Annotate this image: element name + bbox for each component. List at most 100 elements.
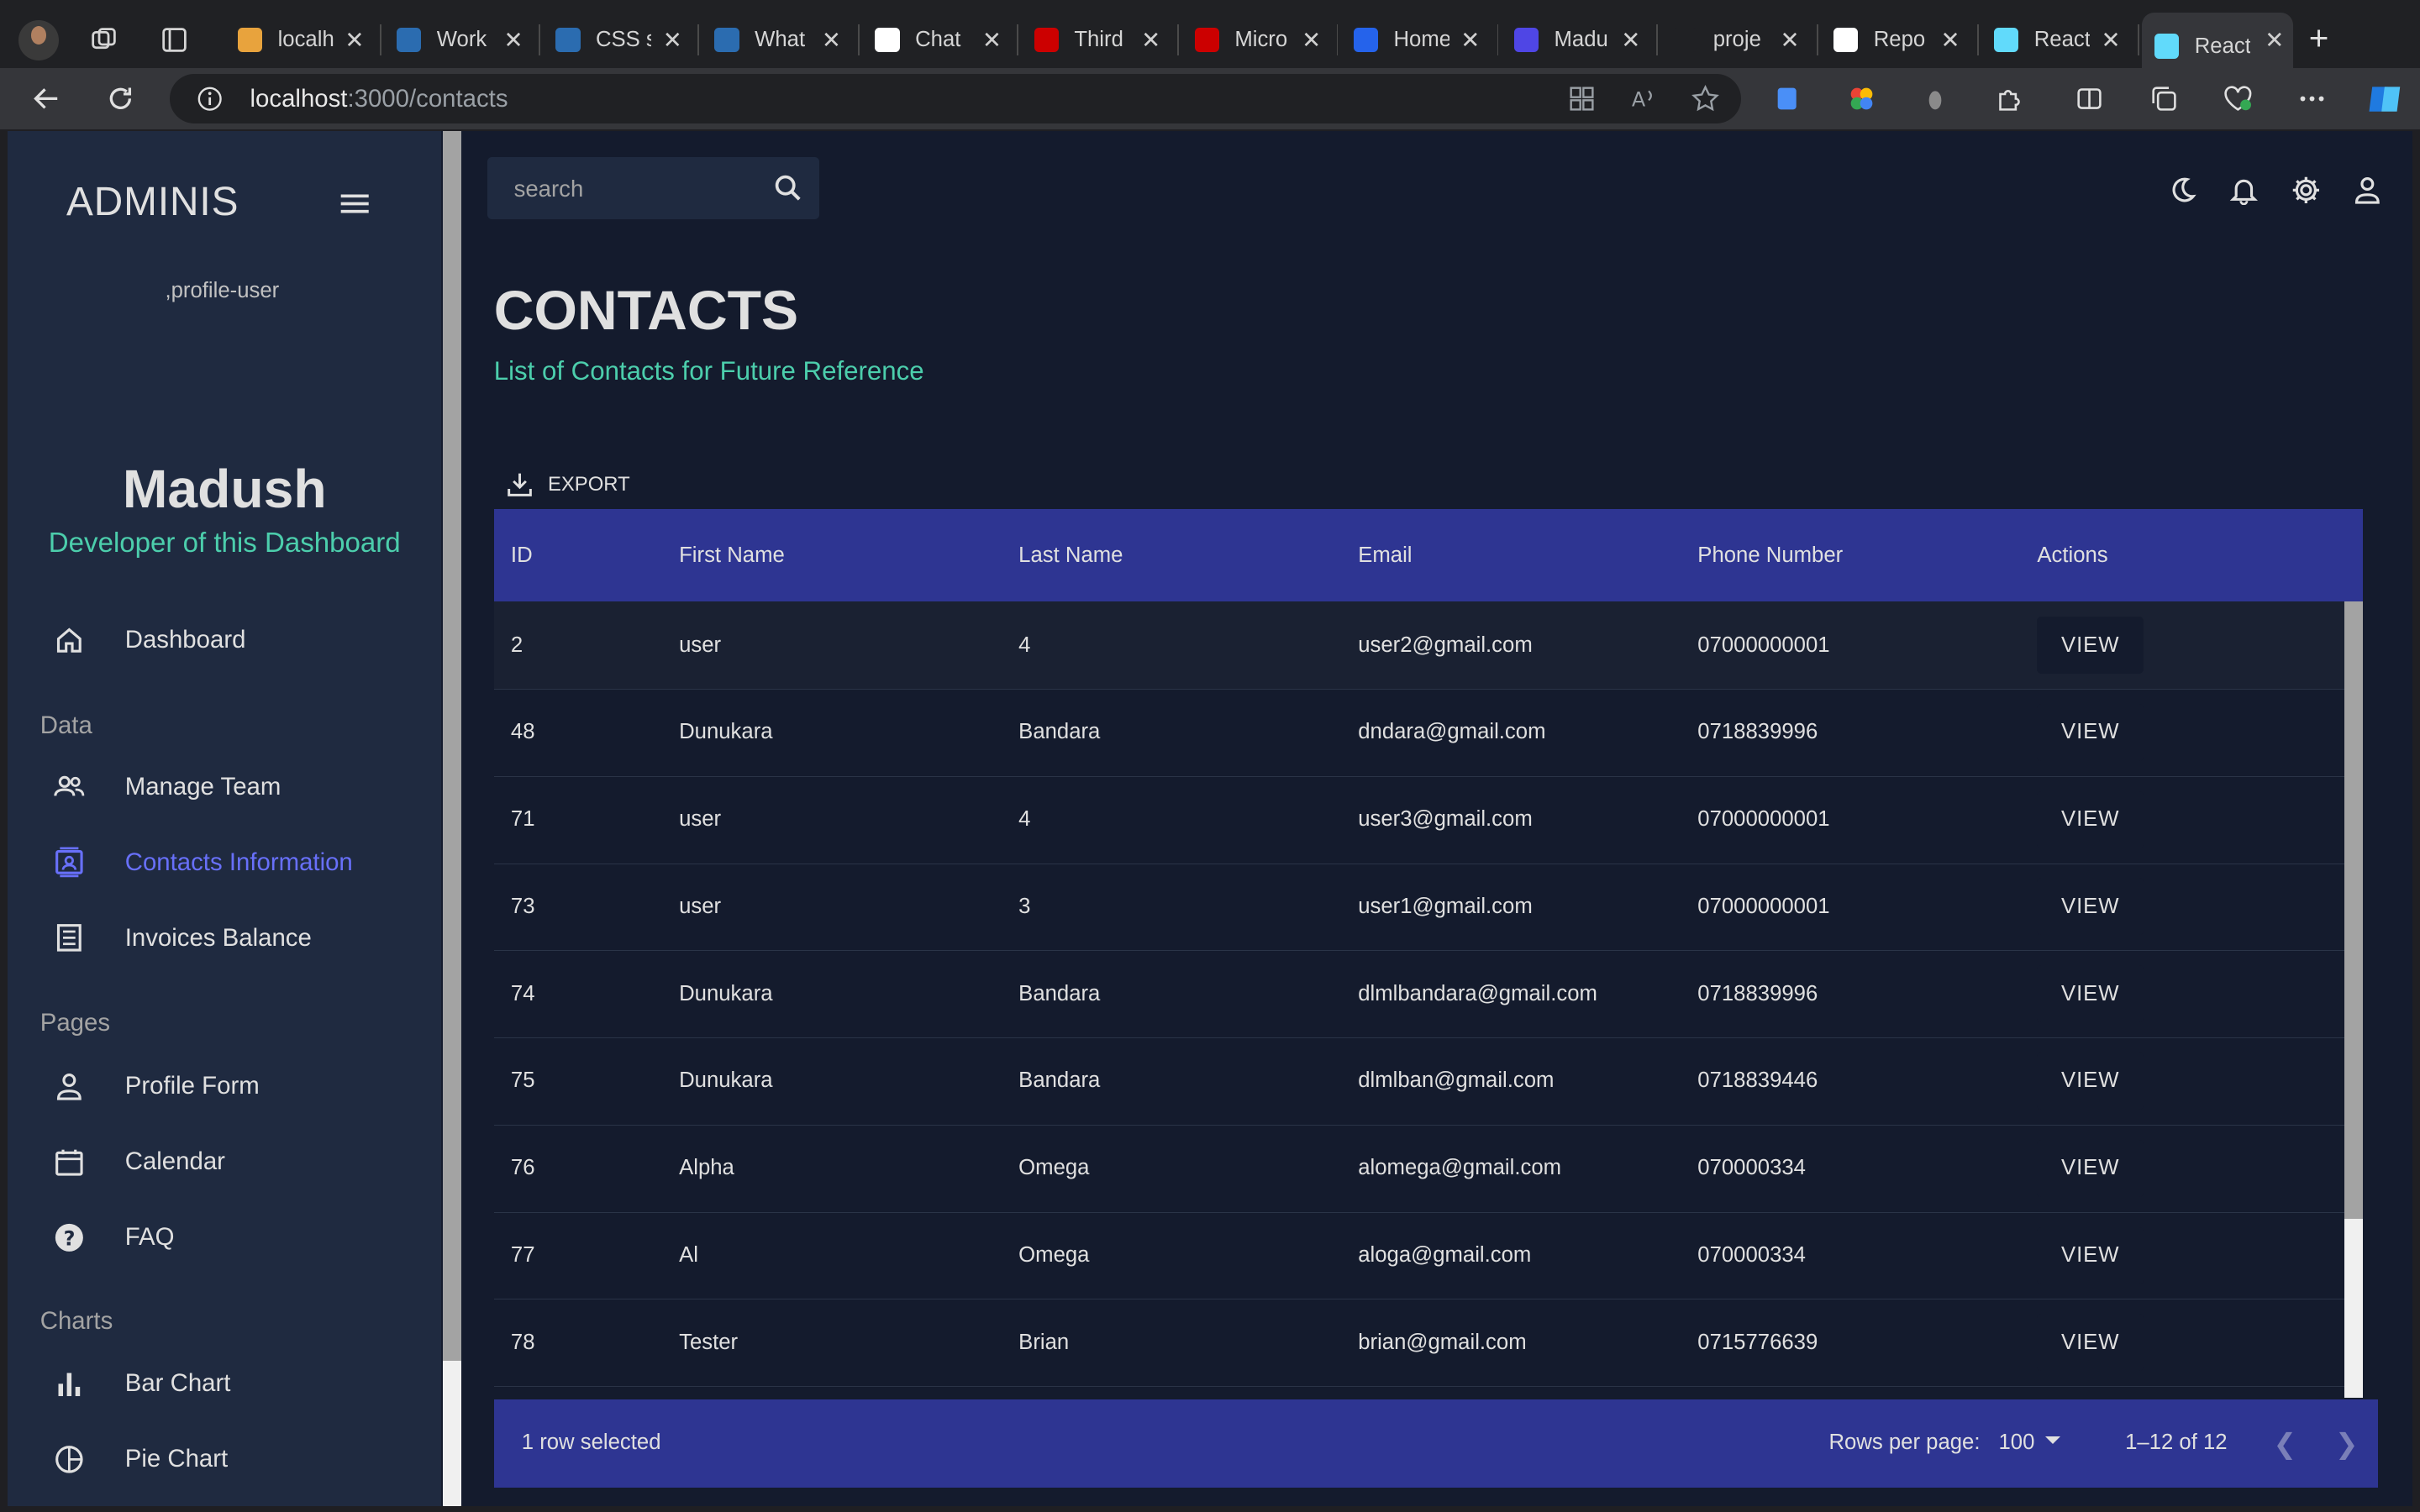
column-header-last-name[interactable]: Last Name <box>1003 543 1343 568</box>
table-row[interactable]: 77 Al Omega aloga@gmail.com 070000334 VIEW <box>493 1212 2344 1300</box>
browser-tab[interactable]: What ✕ <box>702 13 850 68</box>
cell-last: Bandara <box>1018 981 1101 1005</box>
sidebar-item-faq[interactable]: ? FAQ <box>8 1206 441 1268</box>
collections-icon[interactable] <box>2149 83 2180 114</box>
rows-per-page-select[interactable]: 100 <box>1999 1431 2035 1455</box>
table-row[interactable]: 48 Dunukara Bandara dndara@gmail.com 0718839… <box>493 689 2344 777</box>
close-tab-icon[interactable]: ✕ <box>822 28 841 52</box>
settings-icon[interactable] <box>2289 173 2323 207</box>
browser-tab[interactable]: CSS s ✕ <box>544 13 692 68</box>
table-row[interactable]: 74 Dunukara Bandara dlmlbandara@gmail.com 07… <box>493 950 2344 1039</box>
pie-chart-icon <box>54 1444 85 1475</box>
cell-actions: VIEW <box>2022 703 2344 761</box>
table-row[interactable]: 76 Alpha Omega alomega@gmail.com 070000334 VI… <box>493 1125 2344 1213</box>
back-icon[interactable] <box>28 81 65 118</box>
address-bar[interactable]: localhost:3000/contacts A <box>170 74 1741 123</box>
close-tab-icon[interactable]: ✕ <box>982 28 1002 52</box>
favorite-star-icon[interactable] <box>1691 84 1719 119</box>
browser-tab[interactable]: Work ✕ <box>384 13 532 68</box>
notifications-icon[interactable] <box>2227 173 2260 207</box>
view-button[interactable]: VIEW <box>2037 1053 2144 1110</box>
close-tab-icon[interactable]: ✕ <box>345 28 364 52</box>
view-button[interactable]: VIEW <box>2037 703 2144 761</box>
browser-tab[interactable]: Repo ✕ <box>1821 13 1969 68</box>
close-tab-icon[interactable]: ✕ <box>1302 28 1321 52</box>
export-button[interactable]: EXPORT <box>506 470 630 498</box>
close-tab-icon[interactable]: ✕ <box>2265 28 2284 52</box>
browser-tab[interactable]: Madu ✕ <box>1502 13 1649 68</box>
cell-last: 3 <box>1018 894 1031 918</box>
browser-tab[interactable]: Micro ✕ <box>1182 13 1330 68</box>
extension-blue-icon[interactable] <box>1772 83 1803 114</box>
browser-tab[interactable]: Home ✕ <box>1341 13 1489 68</box>
view-button[interactable]: VIEW <box>2037 878 2144 936</box>
app-available-icon[interactable] <box>1568 85 1596 119</box>
column-header-first-name[interactable]: First Name <box>664 543 1003 568</box>
close-tab-icon[interactable]: ✕ <box>663 28 682 52</box>
cell-last: Omega <box>1018 1243 1090 1268</box>
dark-mode-icon[interactable] <box>2165 173 2199 207</box>
sidebar-item-profile-form[interactable]: Profile Form <box>8 1055 441 1116</box>
workspaces-icon[interactable] <box>85 22 122 59</box>
table-scrollbar[interactable] <box>2344 601 2363 1399</box>
menu-icon[interactable] <box>338 190 371 218</box>
close-tab-icon[interactable]: ✕ <box>1141 28 1160 52</box>
sidebar-item-pie-chart[interactable]: Pie Chart <box>8 1429 441 1490</box>
close-tab-icon[interactable]: ✕ <box>1780 28 1799 52</box>
next-page-icon[interactable]: ❯ <box>2335 1427 2359 1461</box>
browser-tab[interactable]: localh ✕ <box>225 13 373 68</box>
close-tab-icon[interactable]: ✕ <box>1460 28 1480 52</box>
column-header-email[interactable]: Email <box>1343 543 1682 568</box>
search-icon[interactable] <box>773 173 804 204</box>
split-screen-icon[interactable] <box>2075 83 2106 114</box>
close-tab-icon[interactable]: ✕ <box>2102 28 2121 52</box>
tab-actions-icon[interactable] <box>156 22 193 59</box>
column-header-phone[interactable]: Phone Number <box>1682 543 2022 568</box>
close-tab-icon[interactable]: ✕ <box>1941 28 1960 52</box>
view-button[interactable]: VIEW <box>2037 790 2144 848</box>
site-info-icon[interactable] <box>197 87 222 111</box>
view-button[interactable]: VIEW <box>2037 1314 2144 1372</box>
sidebar-item-calendar[interactable]: Calendar <box>8 1131 441 1192</box>
browser-tab[interactable]: proje ✕ <box>1660 13 1808 68</box>
view-button[interactable]: VIEW <box>2037 1139 2144 1197</box>
sidebar-item-invoices[interactable]: Invoices Balance <box>8 907 441 969</box>
extension-gray-icon[interactable] <box>1920 83 1951 114</box>
sidebar-item-dashboard[interactable]: Dashboard <box>8 609 441 670</box>
more-options-icon[interactable] <box>2296 83 2328 114</box>
sidebar-item-bar-chart[interactable]: Bar Chart <box>8 1353 441 1415</box>
view-button[interactable]: VIEW <box>2037 617 2144 675</box>
profile-icon[interactable] <box>2350 173 2384 207</box>
read-aloud-icon[interactable]: A <box>1630 85 1658 119</box>
close-tab-icon[interactable]: ✕ <box>504 28 523 52</box>
sidebar-item-contacts[interactable]: Contacts Information <box>8 832 441 893</box>
copilot-icon[interactable] <box>2365 81 2405 118</box>
browser-essentials-icon[interactable] <box>2223 83 2254 114</box>
browser-tab[interactable]: Chat ✕ <box>863 13 1011 68</box>
new-tab-button[interactable]: + <box>2309 18 2329 58</box>
view-button[interactable]: VIEW <box>2037 1226 2144 1284</box>
app-window: ADMINIS ,profile-user Madush Developer o… <box>8 131 2412 1506</box>
table-row[interactable]: 75 Dunukara Bandara dlmlban@gmail.com 071883… <box>493 1037 2344 1126</box>
search-input[interactable]: search <box>514 176 584 202</box>
reload-icon[interactable] <box>102 81 139 118</box>
close-tab-icon[interactable]: ✕ <box>1621 28 1640 52</box>
extension-colorwheel-icon[interactable] <box>1846 83 1877 114</box>
table-row[interactable]: 71 user 4 user3@gmail.com 07000000001 VIEW <box>493 776 2344 864</box>
column-header-id[interactable]: ID <box>494 543 664 568</box>
browser-tab[interactable]: Third ✕ <box>1022 13 1170 68</box>
table-row[interactable]: 2 user 4 user2@gmail.com 07000000001 VIEW <box>493 601 2344 690</box>
column-header-actions[interactable]: Actions <box>2022 543 2344 568</box>
svg-text:?: ? <box>64 1226 76 1250</box>
search-box[interactable]: search <box>487 157 820 219</box>
sidebar-item-manage-team[interactable]: Manage Team <box>8 756 441 817</box>
extensions-puzzle-icon[interactable] <box>1994 83 2025 114</box>
view-button[interactable]: VIEW <box>2037 965 2144 1023</box>
browser-tab[interactable]: React ✕ <box>1981 13 2129 68</box>
sidebar-scrollbar[interactable] <box>443 131 462 1506</box>
table-row[interactable]: 73 user 3 user1@gmail.com 07000000001 VIEW <box>493 864 2344 952</box>
previous-page-icon[interactable]: ❮ <box>2273 1427 2296 1461</box>
table-row[interactable]: 78 Tester Brian brian@gmail.com 0715776639 VI… <box>493 1299 2344 1388</box>
browser-profile-avatar[interactable] <box>18 19 59 60</box>
chevron-down-icon[interactable] <box>2044 1436 2060 1444</box>
